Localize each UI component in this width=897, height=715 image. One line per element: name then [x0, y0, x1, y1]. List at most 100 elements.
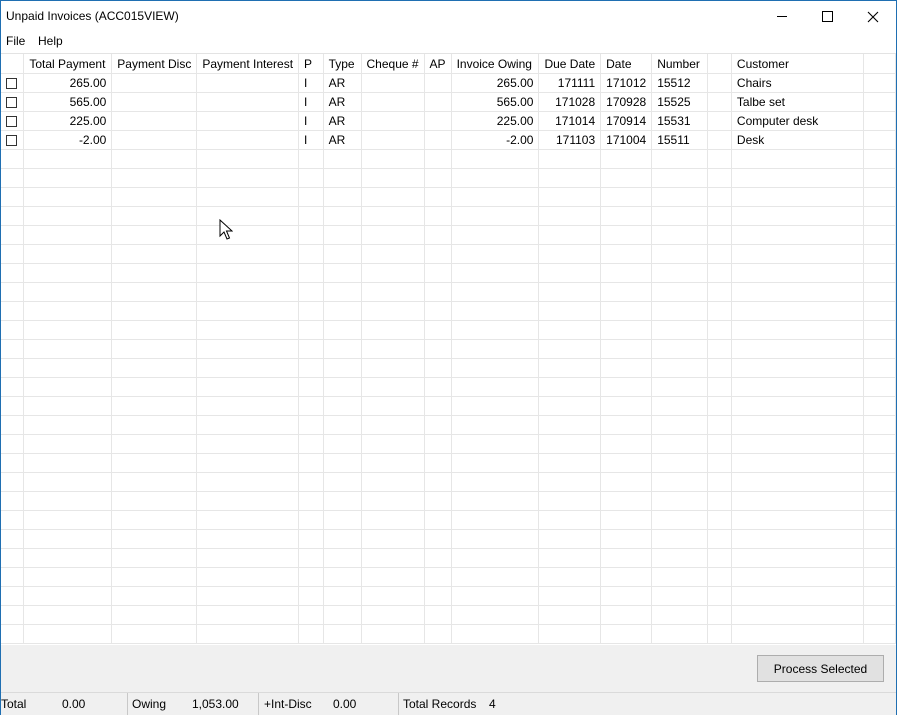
col-header-total-payment[interactable]: Total Payment: [23, 54, 113, 74]
cell-number[interactable]: 15525: [651, 92, 708, 112]
empty-cell: [863, 510, 896, 530]
col-header-ap[interactable]: AP: [424, 54, 452, 74]
cell-type[interactable]: AR: [323, 130, 362, 150]
empty-cell: [538, 415, 602, 435]
cell-customer[interactable]: Computer desk: [731, 111, 864, 131]
cell-cheque[interactable]: [361, 92, 425, 112]
cell-invoice-owing[interactable]: 565.00: [451, 92, 540, 112]
empty-cell: [424, 206, 452, 226]
row-select[interactable]: [1, 73, 25, 93]
cell-p[interactable]: I: [298, 92, 324, 112]
cell-type[interactable]: AR: [323, 111, 362, 131]
cell-cheque[interactable]: [361, 111, 425, 131]
cell-invoice-owing[interactable]: -2.00: [451, 130, 540, 150]
col-header-blank[interactable]: [707, 54, 732, 74]
col-header-type[interactable]: Type: [323, 54, 362, 74]
empty-cell: [731, 396, 864, 416]
cell-type[interactable]: AR: [323, 73, 362, 93]
cell-p[interactable]: I: [298, 130, 324, 150]
cell-ap[interactable]: [424, 111, 452, 131]
col-header-date[interactable]: Date: [600, 54, 653, 74]
status-total-label: Total: [1, 697, 27, 711]
empty-cell: [23, 225, 113, 245]
col-header-p[interactable]: P: [298, 54, 324, 74]
close-button[interactable]: [850, 1, 896, 32]
col-header-number[interactable]: Number: [651, 54, 708, 74]
cell-customer[interactable]: Desk: [731, 130, 864, 150]
row-checkbox[interactable]: [6, 97, 17, 109]
col-header-payment-disc[interactable]: Payment Disc: [111, 54, 198, 74]
col-header-invoice-owing[interactable]: Invoice Owing: [451, 54, 540, 74]
cell-due-date[interactable]: 171014: [538, 111, 602, 131]
cell-ap[interactable]: [424, 92, 452, 112]
cell-ap[interactable]: [424, 73, 452, 93]
cell-blank[interactable]: [707, 92, 732, 112]
row-checkbox[interactable]: [6, 78, 17, 90]
row-checkbox[interactable]: [6, 116, 17, 128]
cell-blank[interactable]: [707, 111, 732, 131]
cell-blank[interactable]: [707, 73, 732, 93]
cell-number[interactable]: 15531: [651, 111, 708, 131]
cell-invoice-owing[interactable]: 265.00: [451, 73, 540, 93]
empty-cell: [863, 586, 896, 606]
cell-invoice-owing[interactable]: 225.00: [451, 111, 540, 131]
cell-date[interactable]: 170928: [600, 92, 653, 112]
table-row[interactable]: 225.00 I AR 225.00 171014 170914 15531 Computer…: [1, 111, 896, 131]
cell-payment-disc[interactable]: [111, 111, 198, 131]
menu-file[interactable]: File: [6, 34, 25, 48]
cell-due-date[interactable]: 171103: [538, 130, 602, 150]
empty-cell: [424, 149, 452, 169]
col-header-due-date[interactable]: Due Date: [538, 54, 602, 74]
row-select[interactable]: [1, 111, 25, 131]
row-checkbox[interactable]: [6, 135, 17, 147]
minimize-button[interactable]: [759, 1, 805, 32]
cell-p[interactable]: I: [298, 111, 324, 131]
col-header-payment-interest[interactable]: Payment Interest: [196, 54, 300, 74]
cell-payment-disc[interactable]: [111, 73, 198, 93]
cell-payment-interest[interactable]: [196, 111, 300, 131]
col-header-select[interactable]: [1, 54, 25, 74]
table-row[interactable]: 565.00 I AR 565.00 171028 170928 15525 Talbe se…: [1, 92, 896, 112]
cell-p[interactable]: I: [298, 73, 324, 93]
menu-help[interactable]: Help: [38, 34, 63, 48]
cell-due-date[interactable]: 171111: [538, 73, 602, 93]
col-header-customer[interactable]: Customer: [731, 54, 864, 74]
cell-customer[interactable]: Talbe set: [731, 92, 864, 112]
invoice-grid[interactable]: Total Payment Payment Disc Payment Inter…: [1, 53, 896, 646]
cell-customer[interactable]: Chairs: [731, 73, 864, 93]
process-selected-button[interactable]: Process Selected: [757, 655, 884, 682]
cell-date[interactable]: 171004: [600, 130, 653, 150]
cell-total-payment[interactable]: 565.00: [23, 92, 113, 112]
cell-payment-interest[interactable]: [196, 92, 300, 112]
cell-number[interactable]: 15512: [651, 73, 708, 93]
cell-payment-disc[interactable]: [111, 92, 198, 112]
cell-payment-disc[interactable]: [111, 130, 198, 150]
empty-cell: [361, 187, 425, 207]
table-row[interactable]: -2.00 I AR -2.00 171103 171004 15511 Desk: [1, 130, 896, 150]
cell-blank[interactable]: [707, 130, 732, 150]
cell-total-payment[interactable]: 265.00: [23, 73, 113, 93]
empty-cell: [451, 396, 540, 416]
col-header-cheque[interactable]: Cheque #: [361, 54, 425, 74]
empty-cell: [323, 491, 362, 511]
cell-total-payment[interactable]: 225.00: [23, 111, 113, 131]
cell-ap[interactable]: [424, 130, 452, 150]
empty-cell: [196, 301, 300, 321]
cell-payment-interest[interactable]: [196, 130, 300, 150]
cell-date[interactable]: 170914: [600, 111, 653, 131]
cell-type[interactable]: AR: [323, 92, 362, 112]
cell-cheque[interactable]: [361, 73, 425, 93]
empty-cell: [731, 263, 864, 283]
status-owing-label: Owing: [132, 697, 167, 711]
cell-number[interactable]: 15511: [651, 130, 708, 150]
cell-due-date[interactable]: 171028: [538, 92, 602, 112]
cell-payment-interest[interactable]: [196, 73, 300, 93]
cell-total-payment[interactable]: -2.00: [23, 130, 113, 150]
table-row[interactable]: 265.00 I AR 265.00 171111 171012 15512 Chairs: [1, 73, 896, 93]
maximize-button[interactable]: [804, 1, 850, 32]
cell-date[interactable]: 171012: [600, 73, 653, 93]
row-select[interactable]: [1, 130, 25, 150]
row-select[interactable]: [1, 92, 25, 112]
empty-cell: [707, 339, 732, 359]
cell-cheque[interactable]: [361, 130, 425, 150]
